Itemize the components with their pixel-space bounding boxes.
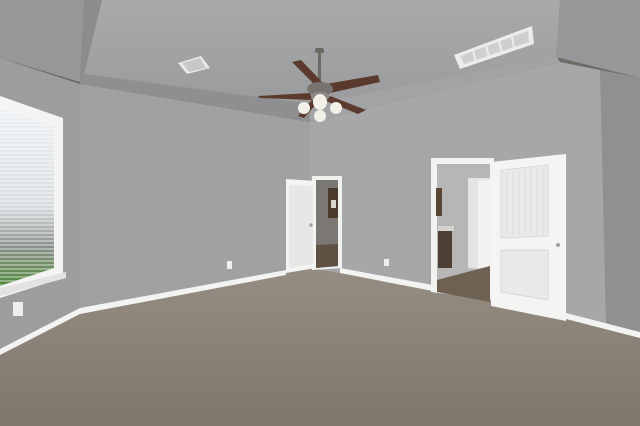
room-photo <box>0 0 640 426</box>
bathroom-opening <box>431 158 494 302</box>
fan-downrod <box>318 50 321 80</box>
bathroom-door[interactable] <box>491 154 566 321</box>
wall-outlet-center <box>227 261 232 269</box>
bathroom-door-knob[interactable] <box>556 243 560 247</box>
hallway-opening <box>312 176 342 270</box>
right-corner-wall <box>600 70 640 336</box>
wall-outlet-left <box>13 302 23 316</box>
wall-outlet-right <box>384 259 389 266</box>
closet-door[interactable] <box>286 179 316 273</box>
closet-door-knob[interactable] <box>309 223 313 227</box>
window <box>0 96 66 298</box>
